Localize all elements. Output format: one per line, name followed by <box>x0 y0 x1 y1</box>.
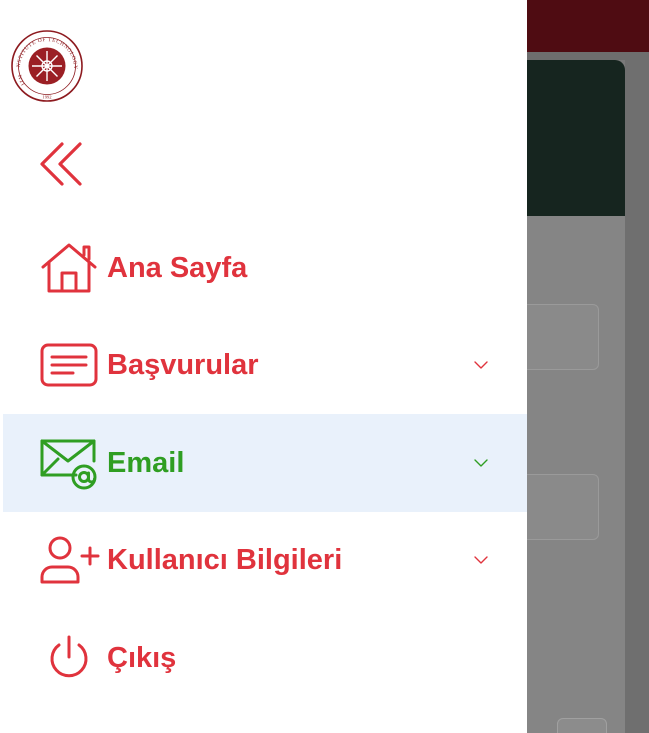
background-top-bar <box>527 0 649 52</box>
background-page-overlay <box>527 0 649 733</box>
background-field <box>527 474 599 540</box>
institute-logo: INSTITUTE OF TECHNOLOGY İZMIR 1992 <box>11 30 83 102</box>
background-header-panel <box>527 60 625 216</box>
chevron-down-icon <box>474 361 488 369</box>
background-box <box>557 718 607 733</box>
menu-item-label: Başvurular <box>107 348 259 381</box>
document-list-icon <box>38 337 100 393</box>
chevron-down-icon <box>474 556 488 564</box>
double-chevron-left-icon <box>40 142 82 186</box>
power-icon <box>38 630 100 686</box>
menu-item-label: Çıkış <box>107 641 177 674</box>
logo-year: 1992 <box>42 95 52 100</box>
menu-item-label: Ana Sayfa <box>107 251 248 284</box>
collapse-menu-button[interactable] <box>38 140 94 190</box>
menu-item-label: Email <box>107 446 185 479</box>
email-at-icon <box>38 435 100 491</box>
menu-item-kullanici-bilgileri[interactable]: Kullanıcı Bilgileri <box>3 511 527 609</box>
background-right-strip <box>625 60 649 733</box>
menu-item-email[interactable]: Email <box>3 414 527 512</box>
background-field <box>527 304 599 370</box>
chevron-down-icon <box>474 459 488 467</box>
home-icon <box>38 240 100 296</box>
navigation-drawer: INSTITUTE OF TECHNOLOGY İZMIR 1992 <box>0 0 527 733</box>
menu-item-basvurular[interactable]: Başvurular <box>3 316 527 414</box>
menu-item-ana-sayfa[interactable]: Ana Sayfa <box>3 219 527 317</box>
add-user-icon <box>38 532 100 588</box>
background-gap <box>527 52 649 60</box>
menu-item-cikis[interactable]: Çıkış <box>3 609 527 707</box>
menu-item-label: Kullanıcı Bilgileri <box>107 543 343 576</box>
background-card <box>527 216 625 733</box>
